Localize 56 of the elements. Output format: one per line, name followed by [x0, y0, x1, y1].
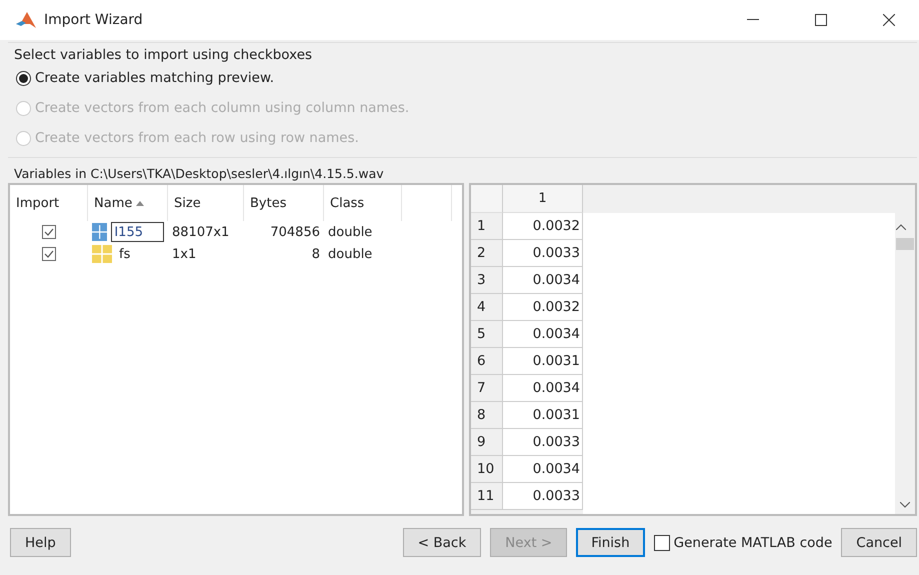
row-number: 11: [471, 483, 503, 510]
radio-button[interactable]: [16, 70, 31, 86]
scroll-down-icon[interactable]: [900, 502, 910, 508]
dialog-button[interactable]: < Back: [402, 528, 482, 557]
minimize-icon: [747, 19, 759, 21]
bytes-cell: 8: [312, 246, 320, 262]
size-cell: 1x1: [172, 246, 196, 262]
row-number: 9: [471, 429, 503, 456]
preview-cell: 0.0034: [503, 375, 583, 402]
name-input-field[interactable]: I155: [111, 222, 164, 242]
size-cell: 88107x1: [172, 224, 230, 240]
column-header[interactable]: Name: [88, 185, 168, 221]
import-checkbox[interactable]: [42, 247, 56, 261]
dialog-button[interactable]: Finish: [576, 528, 645, 557]
column-header[interactable]: Class: [324, 185, 402, 221]
window-title: Import Wizard: [44, 12, 144, 28]
import-checkbox[interactable]: [42, 225, 56, 239]
scrollbar-thumb[interactable]: [896, 238, 914, 250]
bytes-cell: 704856: [270, 224, 320, 240]
row-number: 7: [471, 375, 503, 402]
instruction-text: Select variables to import using checkboxes: [8, 42, 917, 63]
preview-cell: 0.0034: [503, 321, 583, 348]
preview-cell: 0.0032: [503, 213, 583, 240]
scroll-up-icon[interactable]: [896, 224, 906, 230]
dialog-button[interactable]: Help: [10, 528, 71, 557]
column-header[interactable]: Size: [168, 185, 244, 221]
column-header[interactable]: Bytes: [244, 185, 324, 221]
dialog-button[interactable]: Cancel: [841, 528, 917, 557]
row-number: 10: [471, 456, 503, 483]
generate-code-checkbox[interactable]: Generate MATLAB code: [654, 534, 832, 550]
variable-name: fs: [118, 246, 132, 264]
close-icon: [883, 14, 895, 26]
radio-label: Create vectors from each row using row names.: [35, 130, 359, 146]
row-number: 6: [471, 348, 503, 375]
radio-label: Create vectors from each column using column names.: [35, 100, 410, 116]
class-cell: double: [328, 246, 372, 262]
row-number: 2: [471, 240, 503, 267]
preview-cell: 0.0032: [503, 294, 583, 321]
preview-cell: 0.0031: [503, 402, 583, 429]
preview-column-header: 1: [503, 185, 583, 213]
preview-cell: 0.0033: [503, 240, 583, 267]
row-number: 5: [471, 321, 503, 348]
row-number: 3: [471, 267, 503, 294]
preview-cell: 0.0034: [503, 267, 583, 294]
matlab-logo-icon: [16, 11, 36, 29]
preview-cell: 0.0034: [503, 456, 583, 483]
column-header[interactable]: Import: [10, 185, 88, 221]
row-number: 4: [471, 294, 503, 321]
row-number: 8: [471, 402, 503, 429]
preview-cell: 0.0031: [503, 348, 583, 375]
preview-cell: 0.0033: [503, 483, 583, 510]
class-cell: double: [328, 224, 372, 240]
preview-cell: 0.0033: [503, 429, 583, 456]
maximize-icon: [815, 14, 827, 26]
row-number: 1: [471, 213, 503, 240]
radio-label: Create variables matching preview.: [35, 70, 274, 86]
